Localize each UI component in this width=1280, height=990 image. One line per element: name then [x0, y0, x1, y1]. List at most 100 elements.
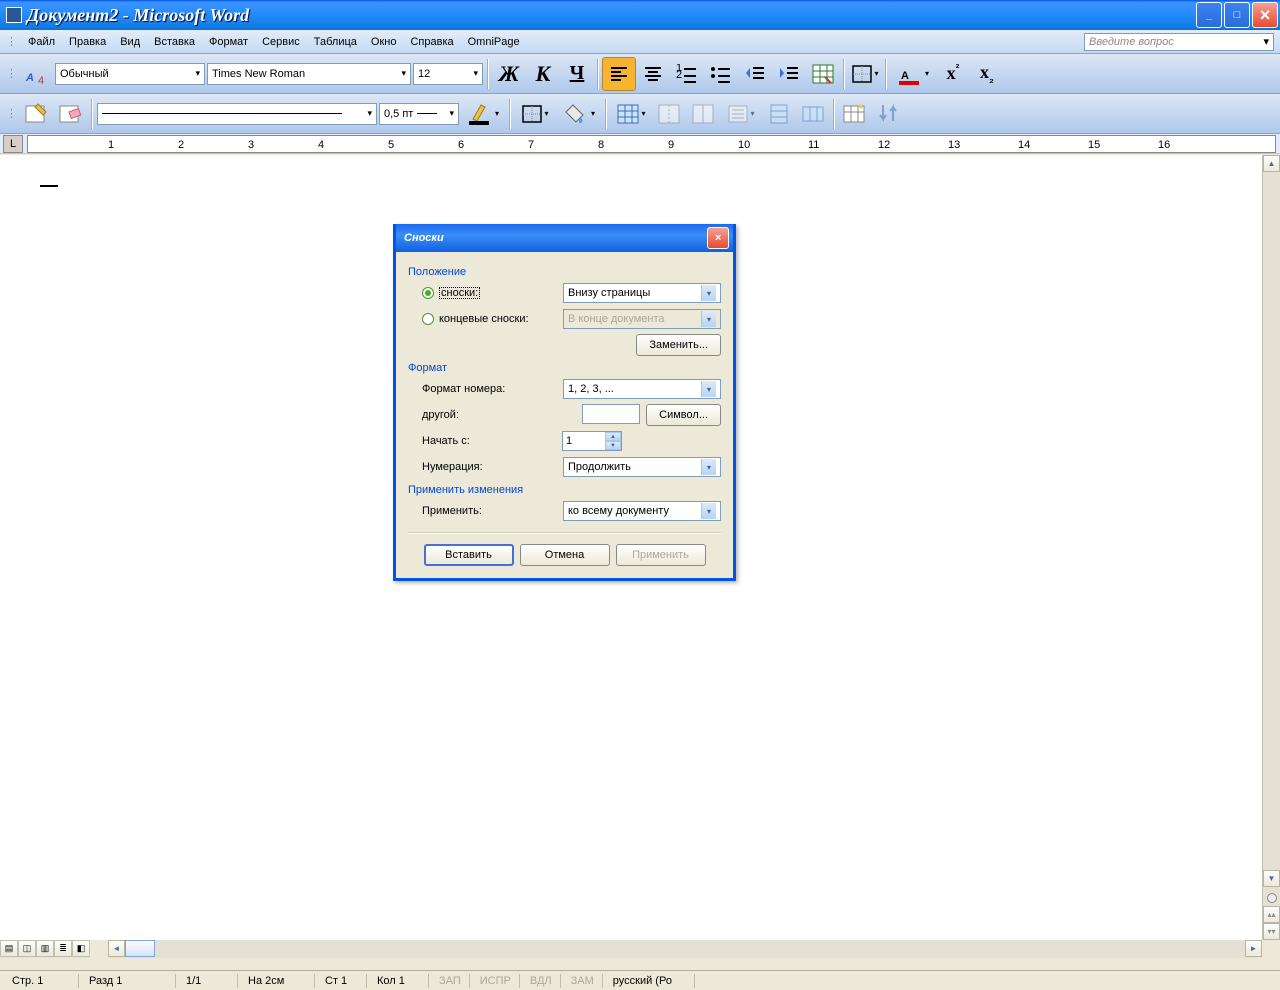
radio-footnotes[interactable]	[422, 287, 434, 299]
menu-window[interactable]: Окно	[364, 34, 404, 50]
section-apply: Применить изменения	[408, 484, 721, 496]
spin-up[interactable]: ▲	[605, 432, 621, 441]
reading-view-button[interactable]: ◧	[72, 940, 90, 957]
start-at-spinner[interactable]: ▲▼	[562, 431, 622, 451]
hscroll-thumb[interactable]	[125, 940, 155, 957]
web-view-button[interactable]: ◫	[18, 940, 36, 957]
minimize-button[interactable]: _	[1196, 2, 1222, 28]
status-ext[interactable]: ВДЛ	[522, 974, 561, 988]
subscript-button[interactable]: x₂	[971, 58, 1003, 90]
insert-button[interactable]: Вставить	[424, 544, 514, 566]
radio-footnotes-label[interactable]: сноски:	[439, 287, 480, 299]
help-search-combo[interactable]: Введите вопрос ▾	[1084, 33, 1274, 51]
scroll-up-button[interactable]: ▲	[1263, 155, 1280, 172]
font-combo[interactable]: Times New Roman▾	[207, 63, 411, 85]
spin-down[interactable]: ▼	[605, 441, 621, 450]
menu-file[interactable]: Файл	[21, 34, 62, 50]
split-cells-button[interactable]	[687, 98, 719, 130]
menu-view[interactable]: Вид	[113, 34, 147, 50]
style-combo[interactable]: Обычный▾	[55, 63, 205, 85]
normal-view-button[interactable]: ▤	[0, 940, 18, 957]
status-ovr[interactable]: ЗАМ	[563, 974, 603, 988]
menu-bar: ⋮ Файл Правка Вид Вставка Формат Сервис …	[0, 30, 1280, 54]
borders-button[interactable]: ▾	[849, 58, 881, 90]
svg-text:4: 4	[38, 75, 44, 87]
symbol-button[interactable]: Символ...	[646, 404, 721, 426]
cell-align-button[interactable]: ▾	[721, 98, 761, 130]
font-size-combo[interactable]: 12▾	[413, 63, 483, 85]
tables-borders-toolbar: ⋮ ▾ 0,5 пт▾ ▾ ▾ ▾ ▾ ▾	[0, 94, 1280, 134]
apply-button[interactable]: Применить	[616, 544, 706, 566]
autoformat-table-button[interactable]	[839, 98, 871, 130]
menu-insert[interactable]: Вставка	[147, 34, 202, 50]
close-button[interactable]: ×	[1252, 2, 1278, 28]
browse-object-button[interactable]	[1267, 893, 1277, 903]
start-at-input[interactable]	[563, 435, 601, 447]
underline-button[interactable]: Ч	[561, 58, 593, 90]
footnote-position-select[interactable]: Внизу страницы▾	[563, 283, 721, 303]
apply-to-select[interactable]: ко всему документу▾	[563, 501, 721, 521]
merge-cells-button[interactable]	[653, 98, 685, 130]
menu-edit[interactable]: Правка	[62, 34, 113, 50]
horizontal-scrollbar[interactable]: ◄ ►	[108, 940, 1262, 958]
draw-table-icon[interactable]	[21, 98, 53, 130]
align-left-button[interactable]	[603, 58, 635, 90]
border-color-button[interactable]: ▾	[461, 98, 505, 130]
number-format-select[interactable]: 1, 2, 3, ...▾	[563, 379, 721, 399]
eraser-icon[interactable]	[55, 98, 87, 130]
status-language[interactable]: русский (Ро	[605, 974, 695, 988]
endnote-position-select: В конце документа▾	[563, 309, 721, 329]
line-weight-combo[interactable]: 0,5 пт▾	[379, 103, 459, 125]
svg-text:A: A	[25, 72, 34, 84]
formatting-toolbar: ⋮ A4 Обычный▾ Times New Roman▾ 12▾ Ж К Ч…	[0, 54, 1280, 94]
distribute-cols-button[interactable]	[797, 98, 829, 130]
tab-selector[interactable]: L	[3, 135, 23, 153]
styles-pane-icon[interactable]: A4	[21, 58, 53, 90]
horizontal-ruler[interactable]: 12345 678910 111213141516	[27, 135, 1276, 153]
numbering-select[interactable]: Продолжить▾	[563, 457, 721, 477]
outside-border-button[interactable]: ▾	[515, 98, 555, 130]
svg-text:5: 5	[388, 139, 394, 151]
distribute-rows-button[interactable]	[763, 98, 795, 130]
dialog-close-button[interactable]: ×	[707, 227, 729, 249]
font-color-button[interactable]: A▾	[891, 58, 935, 90]
outline-view-button[interactable]: ≣	[54, 940, 72, 957]
status-rec[interactable]: ЗАП	[431, 974, 470, 988]
bold-button[interactable]: Ж	[493, 58, 525, 90]
print-view-button[interactable]: ▥	[36, 940, 54, 957]
insert-table-button[interactable]: ▾	[611, 98, 651, 130]
sort-button[interactable]	[873, 98, 905, 130]
scroll-down-button[interactable]: ▼	[1263, 870, 1280, 887]
line-style-combo[interactable]: ▾	[97, 103, 377, 125]
text-cursor	[40, 185, 58, 187]
italic-button[interactable]: К	[527, 58, 559, 90]
bullet-list-button[interactable]	[705, 58, 737, 90]
menu-omnipage[interactable]: OmniPage	[461, 34, 527, 50]
insert-worksheet-icon[interactable]	[807, 58, 839, 90]
radio-endnotes-label[interactable]: концевые сноски:	[439, 313, 529, 325]
scroll-right-button[interactable]: ►	[1245, 940, 1262, 957]
align-center-button[interactable]	[637, 58, 669, 90]
menu-tools[interactable]: Сервис	[255, 34, 307, 50]
status-trk[interactable]: ИСПР	[472, 974, 520, 988]
maximize-button[interactable]: □	[1224, 2, 1250, 28]
superscript-button[interactable]: x²	[937, 58, 969, 90]
dialog-title-bar[interactable]: Сноски ×	[396, 224, 733, 252]
menu-format[interactable]: Формат	[202, 34, 255, 50]
status-bar: Стр. 1 Разд 1 1/1 На 2см Ст 1 Кол 1 ЗАП …	[0, 970, 1280, 990]
replace-button[interactable]: Заменить...	[636, 334, 721, 356]
increase-indent-button[interactable]	[773, 58, 805, 90]
footnotes-dialog: Сноски × Положение сноски: Внизу страниц…	[393, 224, 736, 581]
numbered-list-button[interactable]: 12	[671, 58, 703, 90]
custom-mark-input[interactable]	[582, 404, 640, 424]
vertical-scrollbar[interactable]: ▲ ▼ ▴▴ ▾▾	[1262, 155, 1280, 940]
shading-color-button[interactable]: ▾	[557, 98, 601, 130]
menu-table[interactable]: Таблица	[307, 34, 364, 50]
cancel-button[interactable]: Отмена	[520, 544, 610, 566]
menu-help[interactable]: Справка	[403, 34, 460, 50]
decrease-indent-button[interactable]	[739, 58, 771, 90]
radio-endnotes[interactable]	[422, 313, 434, 325]
prev-page-button[interactable]: ▴▴	[1263, 906, 1280, 923]
scroll-left-button[interactable]: ◄	[108, 940, 125, 957]
next-page-button[interactable]: ▾▾	[1263, 923, 1280, 940]
